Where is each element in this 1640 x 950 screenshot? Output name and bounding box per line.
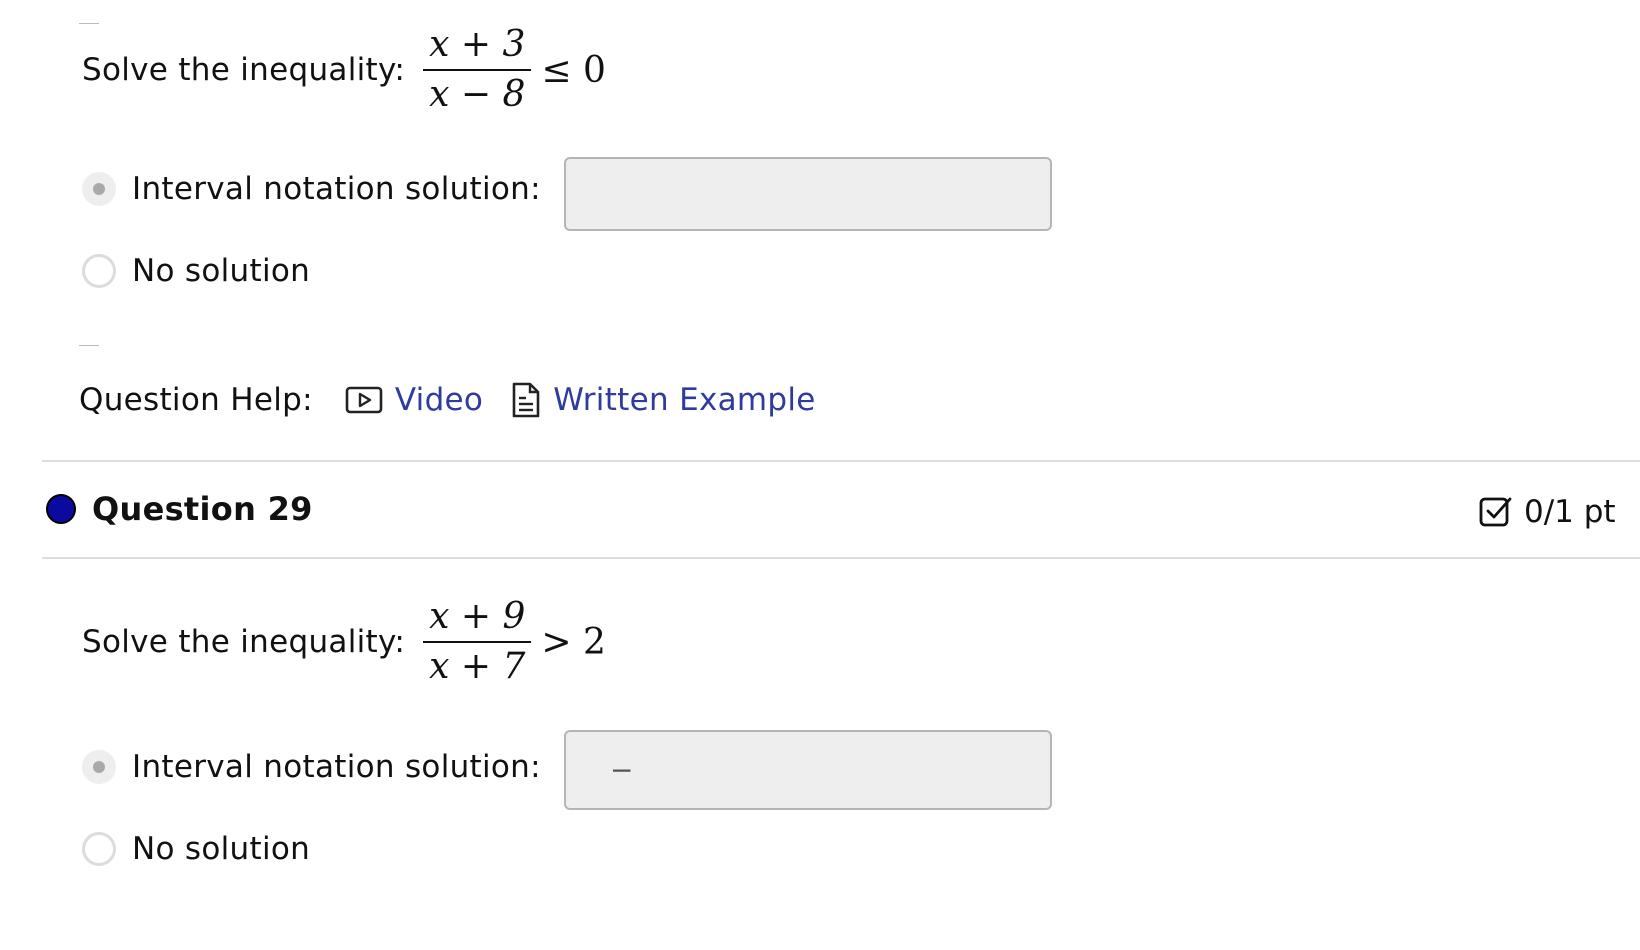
q29-inequality: Solve the inequality: x + 9 x + 7 > 2 (82, 592, 606, 692)
document-icon (512, 382, 540, 418)
q28-prompt: Solve the inequality: (82, 52, 406, 88)
divider (42, 557, 1640, 559)
q28-radio-no-solution[interactable] (82, 254, 116, 288)
q28-interval-input[interactable] (564, 157, 1052, 231)
written-example-link-label[interactable]: Written Example (553, 382, 816, 418)
q28-option-interval[interactable]: Interval notation solution: (82, 171, 541, 207)
divider (42, 460, 1640, 462)
q28-fraction: x + 3 x − 8 (423, 24, 532, 115)
q28-radio-interval[interactable] (82, 172, 116, 206)
question-title: Question 29 (92, 490, 313, 528)
q29-numerator: x + 9 (429, 596, 526, 637)
q29-option-interval-label: Interval notation solution: (132, 749, 541, 785)
q29-fraction: x + 9 x + 7 (423, 596, 532, 687)
q29-option-no-solution-label: No solution (132, 831, 311, 867)
checkbox-icon (1479, 497, 1512, 527)
written-example-link[interactable]: Written Example (511, 381, 816, 419)
q28-option-no-solution[interactable]: No solution (82, 253, 310, 289)
question-points: 0/1 pt (1478, 490, 1616, 534)
q29-prompt: Solve the inequality: (82, 624, 406, 660)
q29-radio-no-solution[interactable] (82, 832, 116, 866)
points-label: 0/1 pt (1524, 494, 1616, 530)
video-link-label[interactable]: Video (395, 382, 483, 418)
q28-option-interval-label: Interval notation solution: (132, 171, 541, 207)
q28-denominator: x − 8 (429, 74, 526, 115)
question-status-dot (46, 494, 76, 524)
q28-relation: ≤ 0 (541, 49, 606, 91)
video-link[interactable]: Video (345, 382, 483, 418)
q28-numerator: x + 3 (429, 24, 526, 65)
q29-denominator: x + 7 (429, 646, 526, 687)
q29-relation: > 2 (541, 621, 606, 663)
q28-option-no-solution-label: No solution (132, 253, 311, 289)
q29-radio-interval[interactable] (82, 750, 116, 784)
video-icon (345, 386, 383, 414)
q29-option-interval[interactable]: Interval notation solution: (82, 749, 541, 785)
question-help: Question Help: Video Written Example (79, 372, 844, 428)
q28-inequality: Solve the inequality: x + 3 x − 8 ≤ 0 (82, 20, 606, 120)
question-help-label: Question Help: (79, 382, 313, 418)
q29-interval-value: − (610, 753, 634, 787)
q29-option-no-solution[interactable]: No solution (82, 831, 310, 867)
question-29-header: Question 29 (46, 484, 313, 534)
separator-stub (79, 345, 99, 346)
q29-interval-input[interactable]: − (564, 730, 1052, 810)
